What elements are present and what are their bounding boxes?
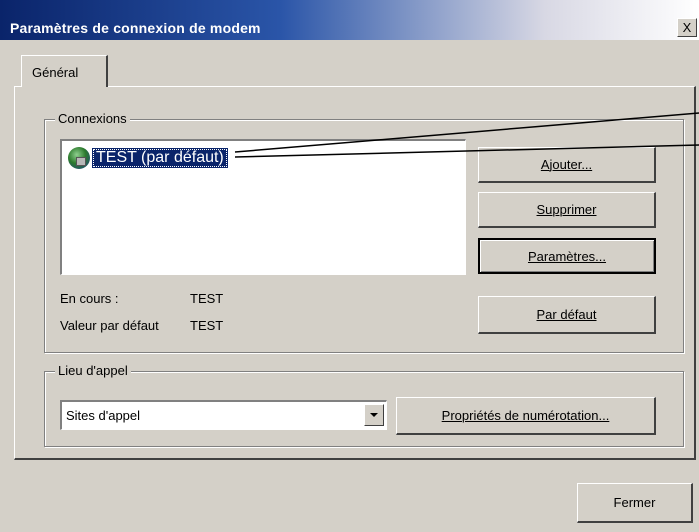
dialing-location-select[interactable]: Sites d'appel — [60, 400, 387, 430]
dialing-location-value: Sites d'appel — [66, 408, 141, 423]
close-dialog-button[interactable]: Fermer — [577, 483, 693, 523]
settings-button-label: Paramètres... — [527, 248, 607, 264]
set-default-button-label: Par défaut — [536, 307, 597, 322]
settings-button[interactable]: Paramètres... — [478, 238, 656, 274]
dialing-properties-button[interactable]: Propriétés de numérotation... — [396, 397, 656, 435]
remove-button[interactable]: Supprimer — [478, 192, 656, 228]
close-dialog-button-label: Fermer — [613, 495, 656, 510]
list-item[interactable]: TEST (par défaut) — [68, 146, 228, 170]
connections-group-label: Connexions — [55, 111, 130, 126]
dialing-location-label: Lieu d'appel — [55, 363, 131, 378]
tab-general-label: Général — [32, 65, 79, 80]
connection-label: TEST (par défaut) — [92, 148, 228, 168]
current-value: TEST — [190, 291, 224, 306]
network-connection-icon — [68, 147, 90, 169]
connections-listbox[interactable]: TEST (par défaut) — [60, 139, 466, 275]
remove-button-label: Supprimer — [536, 202, 597, 217]
close-button[interactable]: X — [677, 18, 697, 37]
default-value: TEST — [190, 318, 224, 333]
default-label: Valeur par défaut — [60, 318, 159, 333]
chevron-down-icon[interactable] — [364, 404, 384, 426]
tab-general[interactable]: Général — [21, 55, 108, 87]
current-label: En cours : — [60, 291, 119, 306]
add-button[interactable]: Ajouter... — [478, 147, 656, 183]
window-title: Paramètres de connexion de modem — [10, 20, 261, 36]
add-button-label: Ajouter... — [540, 157, 593, 172]
title-bar[interactable]: Paramètres de connexion de modem X — [0, 0, 699, 40]
dialing-properties-button-label: Propriétés de numérotation... — [441, 408, 610, 423]
set-default-button[interactable]: Par défaut — [478, 296, 656, 334]
